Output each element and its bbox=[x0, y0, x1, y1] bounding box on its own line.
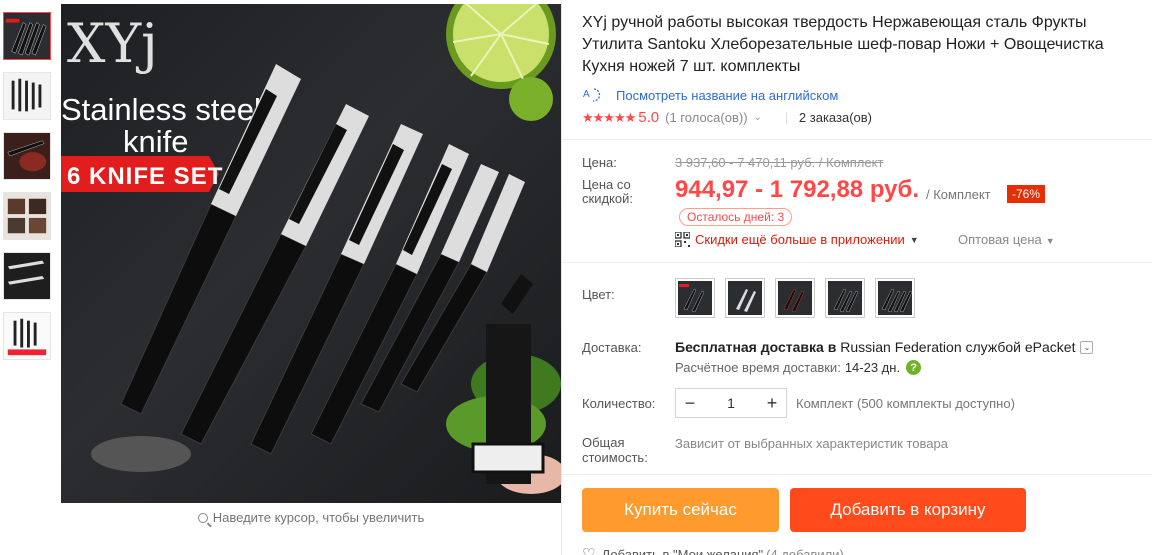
quantity-available: Комплект (500 комплекты доступно) bbox=[796, 396, 1015, 411]
quantity-label: Количество: bbox=[582, 396, 656, 411]
color-option-1[interactable] bbox=[675, 278, 715, 318]
delivery-country[interactable]: Russian Federation bbox=[840, 339, 961, 355]
color-option-5[interactable] bbox=[875, 278, 915, 318]
thumbnail-2[interactable] bbox=[3, 72, 51, 120]
help-icon[interactable]: ? bbox=[906, 360, 922, 375]
thumbnail-4[interactable] bbox=[3, 192, 51, 240]
thumbnail-6[interactable] bbox=[3, 312, 51, 360]
delivery-info: Бесплатная доставка в Russian Federation… bbox=[675, 339, 1094, 355]
heart-icon[interactable]: ♡ bbox=[582, 545, 595, 555]
divider bbox=[562, 262, 1152, 263]
wishlist-link[interactable]: ♡ Добавить в "Мои желания" (4 добавили) bbox=[582, 545, 844, 555]
total-label-line2: стоимость: bbox=[582, 450, 648, 465]
chevron-down-icon[interactable]: ⌄ bbox=[1080, 340, 1094, 354]
delivery-service: службой ePacket bbox=[965, 339, 1076, 355]
chevron-down-icon[interactable]: ⌄ bbox=[754, 112, 762, 123]
qr-code-icon bbox=[675, 232, 690, 247]
rating-row: ★★★★★ 5.0 (1 голоса(ов)) ⌄ 2 заказа(ов) bbox=[582, 109, 1152, 126]
rating-score: 5.0 bbox=[638, 109, 660, 126]
thumbnail-3[interactable] bbox=[3, 132, 51, 180]
thumbnail-5[interactable] bbox=[3, 252, 51, 300]
total-note: Зависит от выбранных характеристик товар… bbox=[675, 436, 948, 451]
wholesale-text[interactable]: Оптовая цена bbox=[958, 232, 1042, 247]
svg-text:A: A bbox=[583, 89, 590, 100]
color-option-4[interactable] bbox=[825, 278, 865, 318]
total-label: Общая стоимость: bbox=[582, 435, 648, 465]
main-product-image[interactable]: XYj Stainless steel knife 6 KNIFE SET bbox=[61, 4, 561, 503]
quantity-increase-button[interactable]: + bbox=[758, 389, 786, 417]
thumbnail-list bbox=[3, 12, 53, 372]
zoom-hint: Наведите курсор, чтобы увеличить bbox=[61, 510, 561, 525]
free-delivery-text: Бесплатная доставка в bbox=[675, 339, 837, 355]
headline-line2: knife bbox=[123, 124, 188, 159]
translate-link[interactable]: A Посмотреть название на английском bbox=[582, 86, 1152, 104]
color-label: Цвет: bbox=[582, 287, 615, 302]
delivery-label: Доставка: bbox=[582, 340, 642, 355]
divider bbox=[785, 111, 787, 124]
rating-stars: ★★★★★ bbox=[582, 109, 636, 125]
eta-value: 14-23 дн. bbox=[844, 360, 901, 375]
total-label-line1: Общая bbox=[582, 435, 625, 450]
quantity-decrease-button[interactable]: − bbox=[676, 389, 704, 417]
eta-label: Расчётное время доставки: bbox=[675, 360, 841, 375]
buy-now-button[interactable]: Купить сейчас bbox=[582, 488, 779, 532]
price-label: Цена: bbox=[582, 155, 617, 170]
wishlist-count: (4 добавили) bbox=[766, 546, 844, 555]
divider bbox=[562, 474, 1152, 475]
product-info: XYj ручной работы высокая твердость Нерж… bbox=[582, 12, 1152, 126]
thumbnail-1[interactable] bbox=[3, 12, 51, 60]
product-page: XYj Stainless steel knife 6 KNIFE SET На… bbox=[0, 0, 1152, 555]
discount-badge: -76% bbox=[1007, 185, 1046, 203]
app-promo-text[interactable]: Скидки ещё больше в приложении bbox=[695, 232, 905, 247]
set-badge: 6 KNIFE SET bbox=[67, 163, 223, 190]
app-promo-link[interactable]: Скидки ещё больше в приложении ▼ bbox=[675, 232, 919, 247]
zoom-hint-text: Наведите курсор, чтобы увеличить bbox=[212, 510, 425, 525]
add-to-cart-button[interactable]: Добавить в корзину bbox=[790, 488, 1026, 532]
discount-price: 944,97 - 1 792,88 руб. bbox=[675, 176, 920, 203]
headline-line1: Stainless steel bbox=[61, 92, 261, 127]
quantity-input[interactable]: 1 bbox=[704, 395, 758, 411]
translate-link-text[interactable]: Посмотреть название на английском bbox=[616, 88, 838, 103]
old-price: 3 937,60 - 7 470,11 руб. / Комплект bbox=[675, 155, 884, 170]
delivery-eta: Расчётное время доставки: 14-23 дн. ? bbox=[675, 360, 922, 375]
orders-count: 2 заказа(ов) bbox=[798, 110, 872, 125]
caret-down-icon[interactable]: ▼ bbox=[910, 235, 919, 245]
divider bbox=[561, 0, 562, 555]
color-option-2[interactable] bbox=[725, 278, 765, 318]
magnifier-icon bbox=[197, 513, 208, 523]
discount-price-label: Цена со скидкой: bbox=[582, 177, 633, 206]
product-title: XYj ручной работы высокая твердость Нерж… bbox=[582, 14, 1104, 75]
translate-icon: A bbox=[582, 86, 606, 104]
color-option-3[interactable] bbox=[775, 278, 815, 318]
brand-logo: XYj bbox=[67, 12, 158, 75]
days-left-badge: Осталось дней: 3 bbox=[679, 208, 793, 226]
price-unit: / Комплект bbox=[926, 187, 991, 202]
wholesale-price-link[interactable]: Оптовая цена ▼ bbox=[958, 232, 1055, 247]
wishlist-text[interactable]: Добавить в "Мои желания" bbox=[601, 547, 763, 555]
rating-votes[interactable]: (1 голоса(ов)) bbox=[665, 110, 747, 125]
quantity-stepper: − 1 + bbox=[675, 388, 787, 418]
divider bbox=[562, 139, 1152, 140]
caret-down-icon[interactable]: ▼ bbox=[1046, 236, 1055, 246]
